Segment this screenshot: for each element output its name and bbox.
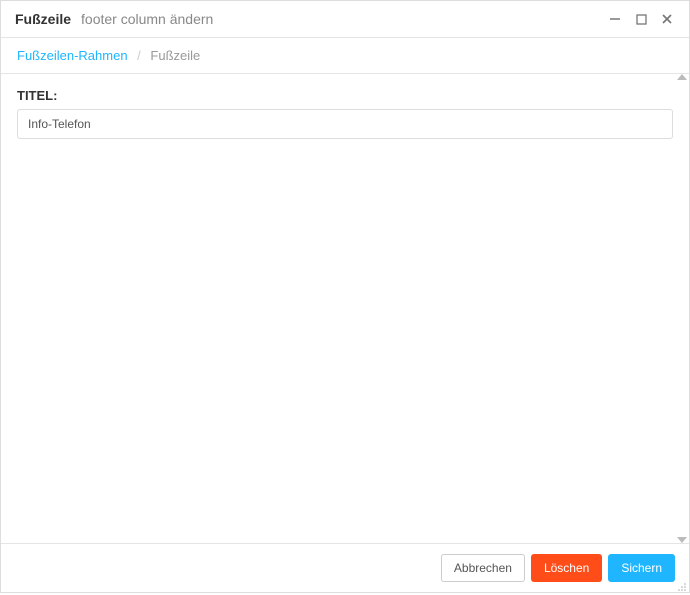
breadcrumb-separator: / bbox=[137, 48, 141, 63]
breadcrumb-current: Fußzeile bbox=[150, 48, 200, 63]
resize-grip-icon[interactable] bbox=[677, 580, 687, 590]
titlebar: Fußzeile footer column ändern bbox=[1, 1, 689, 38]
window-title: Fußzeile bbox=[15, 11, 71, 27]
cancel-button[interactable]: Abbrechen bbox=[441, 554, 525, 582]
save-button[interactable]: Sichern bbox=[608, 554, 675, 582]
dialog-window: Fußzeile footer column ändern Fußzeilen-… bbox=[0, 0, 690, 593]
breadcrumb: Fußzeilen-Rahmen / Fußzeile bbox=[1, 38, 689, 74]
close-icon[interactable] bbox=[659, 11, 675, 27]
maximize-icon[interactable] bbox=[633, 11, 649, 27]
content-area: TITEL: bbox=[1, 74, 689, 543]
form-body: TITEL: bbox=[1, 74, 689, 543]
delete-button[interactable]: Löschen bbox=[531, 554, 602, 582]
title-label: TITEL: bbox=[17, 88, 673, 103]
minimize-icon[interactable] bbox=[607, 11, 623, 27]
dialog-footer: Abbrechen Löschen Sichern bbox=[1, 543, 689, 592]
window-subtitle: footer column ändern bbox=[81, 11, 213, 27]
breadcrumb-link[interactable]: Fußzeilen-Rahmen bbox=[17, 48, 128, 63]
window-controls bbox=[607, 11, 675, 27]
title-input[interactable] bbox=[17, 109, 673, 139]
